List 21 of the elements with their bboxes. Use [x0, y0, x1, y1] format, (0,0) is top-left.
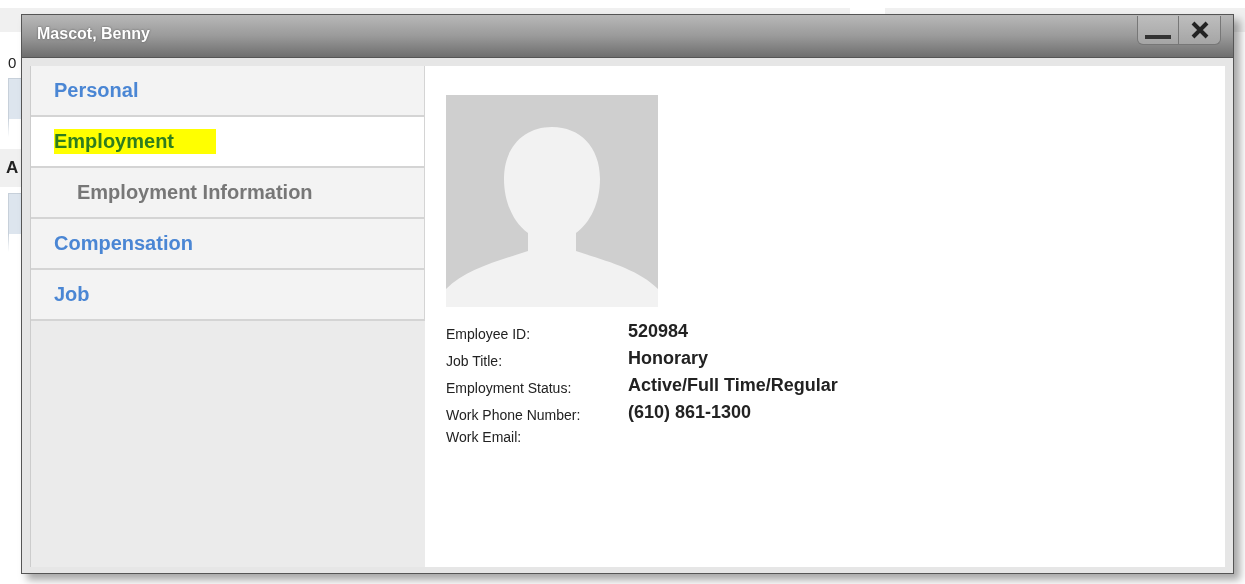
field-label: Job Title:: [446, 353, 504, 369]
minimize-button[interactable]: [1137, 16, 1179, 45]
nav-item[interactable]: Employment Information: [31, 168, 425, 219]
field-value: 520984: [628, 321, 690, 342]
nav-item[interactable]: Compensation: [31, 219, 425, 270]
count-text: 0: [8, 54, 18, 72]
window-title: Mascot, Benny: [37, 25, 150, 43]
field-label: Employee ID:: [446, 326, 532, 342]
nav-item[interactable]: Job: [31, 270, 425, 321]
minimize-icon: [1145, 34, 1171, 40]
field-label: Employment Status:: [446, 380, 573, 396]
field-label: Work Email:: [446, 429, 523, 445]
field-label: Work Phone Number:: [446, 407, 582, 423]
close-button[interactable]: [1179, 16, 1221, 45]
nav-item[interactable]: Employment: [31, 117, 425, 168]
header-text: A: [6, 158, 19, 178]
field-value: Active/Full Time/Regular: [628, 375, 838, 396]
nav-item[interactable]: Personal: [31, 66, 425, 117]
close-icon: [1189, 20, 1210, 40]
field-value: Honorary: [628, 348, 709, 369]
field-value: (610) 861-1300: [628, 402, 753, 423]
